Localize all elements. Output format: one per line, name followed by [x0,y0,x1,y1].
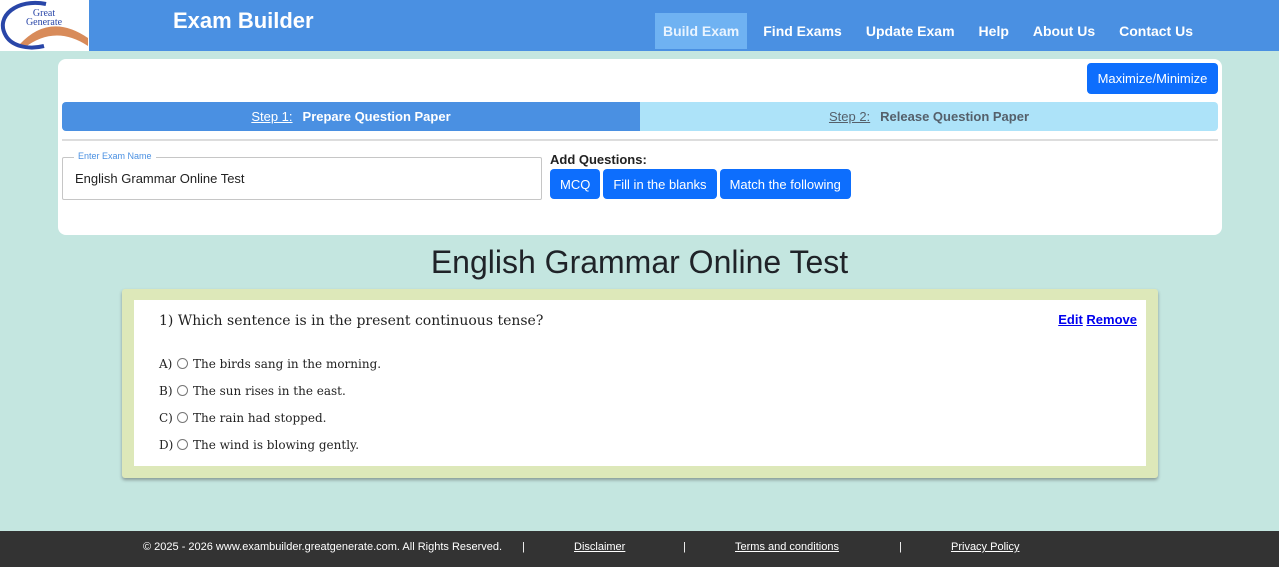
nav-find-exams[interactable]: Find Exams [755,13,850,49]
option-a-radio[interactable] [177,358,188,369]
footer: © 2025 - 2026 www.exambuilder.greatgener… [0,531,1279,567]
logo-text-line-2: Generate [26,17,63,28]
add-match-following-button[interactable]: Match the following [719,169,851,199]
option-d-radio[interactable] [177,439,188,450]
step-1-tab[interactable]: Step 1: Prepare Question Paper [62,102,640,131]
answer-options: A) The birds sang in the morning. B) The… [159,350,381,458]
option-letter: D) [159,437,174,452]
option-text: The sun rises in the east. [193,383,346,398]
option-c-radio[interactable] [177,412,188,423]
logo-icon: Great Generate [0,0,89,51]
option-text: The rain had stopped. [193,410,327,425]
exam-builder-card: Maximize/Minimize Step 1: Prepare Questio… [58,59,1222,235]
top-navbar: Great Generate Exam Builder Build Exam F… [0,0,1279,51]
question-text: 1) Which sentence is in the present cont… [159,313,543,329]
option-letter: A) [159,356,173,371]
footer-link-terms[interactable]: Terms and conditions [735,541,839,553]
questions-panel: 1) Which sentence is in the present cont… [122,289,1158,478]
option-text: The birds sang in the morning. [193,356,382,371]
step-1-label: Prepare Question Paper [302,109,451,124]
nav-about-us[interactable]: About Us [1025,13,1103,49]
option-letter: C) [159,410,173,425]
edit-question-link[interactable]: Edit [1058,312,1083,327]
app-title: Exam Builder [173,8,314,33]
exam-name-label: Enter Exam Name [74,151,156,161]
option-a: A) The birds sang in the morning. [159,350,381,377]
step-2-tab[interactable]: Step 2: Release Question Paper [640,102,1218,131]
add-fill-blanks-button[interactable]: Fill in the blanks [603,169,717,199]
nav-help[interactable]: Help [971,13,1017,49]
footer-separator: | [683,541,686,553]
card-divider [62,139,1218,141]
question-number: 1) [159,313,174,329]
footer-separator: | [899,541,902,553]
option-d: D) The wind is blowing gently. [159,431,381,458]
option-text: The wind is blowing gently. [193,437,360,452]
option-b: B) The sun rises in the east. [159,377,381,404]
footer-link-privacy[interactable]: Privacy Policy [951,541,1019,553]
great-generate-logo[interactable]: Great Generate [0,0,89,51]
footer-copyright: © 2025 - 2026 www.exambuilder.greatgener… [143,541,503,553]
exam-name-field[interactable]: Enter Exam Name [62,151,542,200]
option-c: C) The rain had stopped. [159,404,381,431]
option-letter: B) [159,383,173,398]
add-questions-label: Add Questions: [550,152,647,167]
step-1-number[interactable]: Step 1: [251,109,292,124]
footer-link-disclaimer[interactable]: Disclaimer [574,541,625,553]
nav-links: Build Exam Find Exams Update Exam Help A… [655,13,1209,49]
question-actions: Edit Remove [1058,312,1137,327]
footer-separator: | [522,541,525,553]
question-body: Which sentence is in the present continu… [177,313,544,329]
step-2-label: Release Question Paper [880,109,1030,124]
exam-name-input[interactable] [75,171,525,186]
exam-title-heading: English Grammar Online Test [430,244,849,280]
nav-contact-us[interactable]: Contact Us [1111,13,1201,49]
step-tabs: Step 1: Prepare Question Paper Step 2: Rel… [62,102,1218,131]
nav-build-exam[interactable]: Build Exam [655,13,748,49]
nav-update-exam[interactable]: Update Exam [858,13,963,49]
maximize-minimize-button[interactable]: Maximize/Minimize [1087,63,1218,94]
option-b-radio[interactable] [177,385,188,396]
add-mcq-button[interactable]: MCQ [550,169,601,199]
remove-question-link[interactable]: Remove [1086,312,1137,327]
step-2-number[interactable]: Step 2: [829,109,870,124]
question-card: 1) Which sentence is in the present cont… [134,300,1146,466]
add-question-buttons: MCQ Fill in the blanks Match the followi… [550,169,854,199]
